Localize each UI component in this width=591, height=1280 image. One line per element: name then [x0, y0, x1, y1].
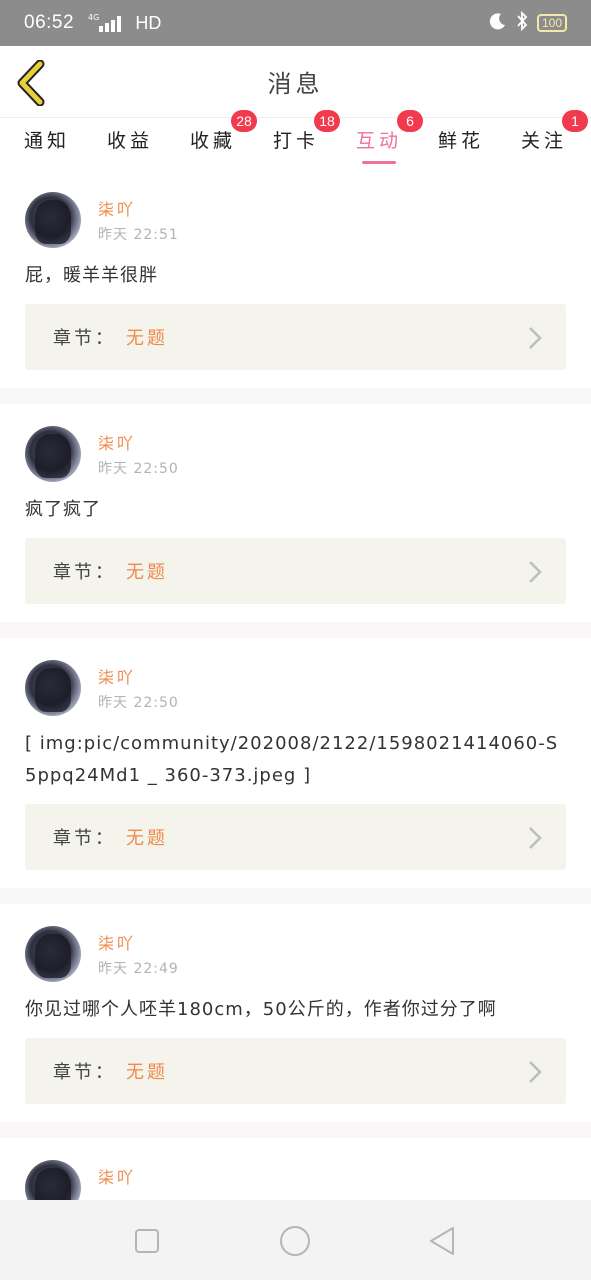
message-content: 屁，暖羊羊很胖 — [25, 265, 158, 286]
chevron-right-icon — [529, 827, 542, 849]
tab-label: 打卡 — [272, 130, 319, 152]
chapter-link[interactable]: 章节： 无题 — [25, 1038, 566, 1104]
message-card: 柒吖 昨天 22:49 你见过哪个人呸羊180cm，50公斤的，作者你过分了啊 … — [0, 904, 591, 1122]
chevron-right-icon — [529, 561, 542, 583]
tab-checkin[interactable]: 打卡 18 — [261, 110, 340, 166]
tab-label: 通知 — [23, 130, 70, 152]
chapter-link[interactable]: 章节： 无题 — [25, 804, 566, 870]
tab-label: 关注 — [520, 130, 567, 152]
page-title: 消息 — [267, 70, 324, 98]
tab-label: 鲜花 — [437, 130, 484, 152]
chapter-title: 无题 — [126, 1062, 168, 1083]
tab-favorites[interactable]: 收藏 28 — [178, 110, 257, 166]
tab-notifications[interactable]: 通知 — [12, 126, 82, 166]
tab-flowers[interactable]: 鲜花 — [426, 126, 496, 166]
badge-follow: 1 — [562, 110, 588, 132]
badge-checkin: 18 — [314, 110, 340, 132]
tab-bar: 通知 收益 收藏 28 打卡 18 互动 6 鲜花 关注 1 — [0, 110, 591, 170]
network-type: 4G — [88, 13, 100, 22]
username[interactable]: 柒吖 — [98, 930, 179, 954]
message-card: 柒吖 昨天 22:51 屁，暖羊羊很胖 章节： 无题 — [0, 170, 591, 388]
timestamp: 昨天 22:49 — [98, 961, 179, 977]
badge-favorites: 28 — [231, 110, 257, 132]
username[interactable]: 柒吖 — [98, 430, 179, 454]
status-bar: 06:52 4G HD 100 — [0, 0, 591, 46]
tab-interaction[interactable]: 互动 6 — [344, 110, 423, 166]
chapter-title: 无题 — [126, 828, 168, 849]
badge-interaction: 6 — [397, 110, 423, 132]
status-time: 06:52 — [24, 12, 75, 33]
bluetooth-icon — [515, 10, 529, 35]
timestamp: 昨天 22:51 — [98, 227, 179, 243]
avatar[interactable] — [25, 660, 81, 716]
tab-label: 收益 — [106, 130, 153, 152]
chapter-label: 章节： — [53, 328, 116, 349]
battery-icon: 100 — [536, 14, 567, 32]
chevron-right-icon — [529, 1061, 542, 1083]
message-content: [ img:pic/community/202008/2122/15980214… — [25, 733, 559, 786]
tab-label: 互动 — [355, 130, 402, 152]
timestamp: 昨天 22:50 — [98, 695, 179, 711]
avatar[interactable] — [25, 192, 81, 248]
chapter-link[interactable]: 章节： 无题 — [25, 538, 566, 604]
username[interactable]: 柒吖 — [98, 664, 179, 688]
message-card: 柒吖 — [0, 1138, 591, 1200]
hd-indicator: HD — [135, 12, 162, 33]
tab-label: 收藏 — [189, 130, 236, 152]
avatar[interactable] — [25, 926, 81, 982]
home-icon[interactable] — [278, 1224, 312, 1258]
message-card: 柒吖 昨天 22:50 疯了疯了 章节： 无题 — [0, 404, 591, 622]
chapter-label: 章节： — [53, 828, 116, 849]
header: 消息 — [0, 46, 591, 118]
chapter-link[interactable]: 章节： 无题 — [25, 304, 566, 370]
message-content: 疯了疯了 — [25, 499, 101, 520]
message-card: 柒吖 昨天 22:50 [ img:pic/community/202008/2… — [0, 638, 591, 888]
signal-icon: 4G — [88, 13, 122, 32]
moon-icon — [489, 12, 507, 34]
tab-follow[interactable]: 关注 1 — [509, 110, 588, 166]
recent-apps-icon[interactable] — [130, 1224, 164, 1258]
chapter-label: 章节： — [53, 562, 116, 583]
username[interactable]: 柒吖 — [98, 196, 179, 220]
chevron-right-icon — [529, 327, 542, 349]
tab-earnings[interactable]: 收益 — [95, 126, 165, 166]
chapter-title: 无题 — [126, 562, 168, 583]
back-icon[interactable] — [425, 1224, 459, 1258]
message-content: 你见过哪个人呸羊180cm，50公斤的，作者你过分了啊 — [25, 999, 497, 1020]
message-list[interactable]: 柒吖 昨天 22:51 屁，暖羊羊很胖 章节： 无题 柒吖 昨天 22:50 疯… — [0, 170, 591, 1200]
timestamp: 昨天 22:50 — [98, 461, 179, 477]
chapter-label: 章节： — [53, 1062, 116, 1083]
active-tab-indicator — [362, 161, 396, 164]
avatar[interactable] — [25, 426, 81, 482]
system-nav-bar — [0, 1200, 591, 1280]
chapter-title: 无题 — [126, 328, 168, 349]
username[interactable]: 柒吖 — [98, 1164, 136, 1188]
avatar[interactable] — [25, 1160, 81, 1200]
